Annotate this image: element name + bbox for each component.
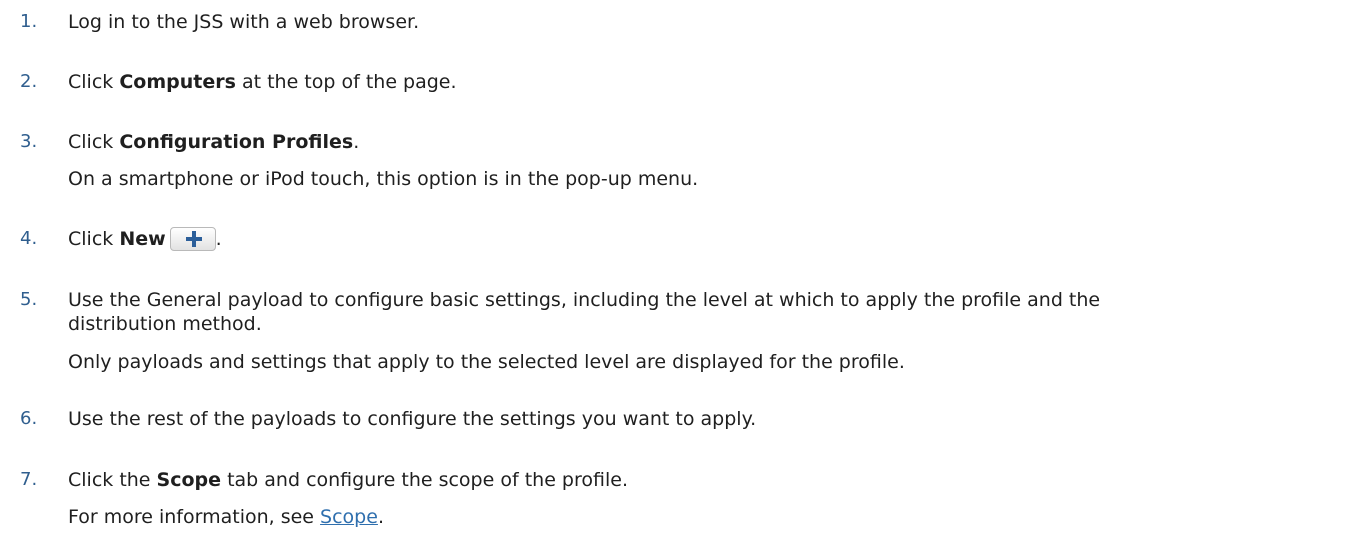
step-note: Only payloads and settings that apply to… [68, 351, 905, 373]
step-text: Use the General payload to configure bas… [68, 289, 1101, 335]
plus-icon [185, 231, 202, 247]
step-text-prefix: Click [68, 131, 120, 153]
step-text-prefix: Click [68, 71, 120, 93]
step-text: Log in to the JSS with a web browser. [68, 11, 420, 33]
step-number: 2. [20, 71, 38, 92]
ui-term-configuration-profiles: Configuration Profiles [119, 131, 354, 153]
ui-term-new: New [119, 228, 166, 250]
new-plus-button[interactable] [169, 227, 216, 251]
note-suffix: . [377, 506, 384, 528]
ui-term-computers: Computers [119, 71, 236, 93]
step-text-suffix: . [353, 131, 360, 153]
step-number: 4. [20, 228, 38, 249]
step-number: 3. [20, 131, 38, 152]
ui-term-scope: Scope [156, 469, 222, 491]
step-note: For more information, see Scope. [68, 505, 1328, 529]
note-prefix: For more information, see [68, 506, 321, 528]
step-text-prefix: Click the [68, 469, 157, 491]
step-text-suffix: tab and configure the scope of the profi… [221, 469, 628, 491]
step-text-suffix: at the top of the page. [235, 71, 457, 93]
step-text: Click Configuration Profiles. [68, 130, 1328, 154]
step-number: 6. [20, 408, 38, 429]
step-number: 7. [20, 469, 38, 490]
step-text: Click Computers at the top of the page. [68, 70, 1328, 94]
step-number: 1. [20, 11, 38, 32]
step-note: On a smartphone or iPod touch, this opti… [68, 168, 699, 190]
step-text-prefix: Click [68, 228, 120, 250]
step-number: 5. [20, 289, 38, 310]
step-text: Use the rest of the payloads to configur… [68, 408, 757, 430]
step-text: Click the Scope tab and configure the sc… [68, 468, 1328, 492]
step-text-suffix: . [215, 228, 222, 250]
step-text: Click New. [68, 227, 1328, 251]
scope-link[interactable]: Scope [320, 506, 378, 528]
